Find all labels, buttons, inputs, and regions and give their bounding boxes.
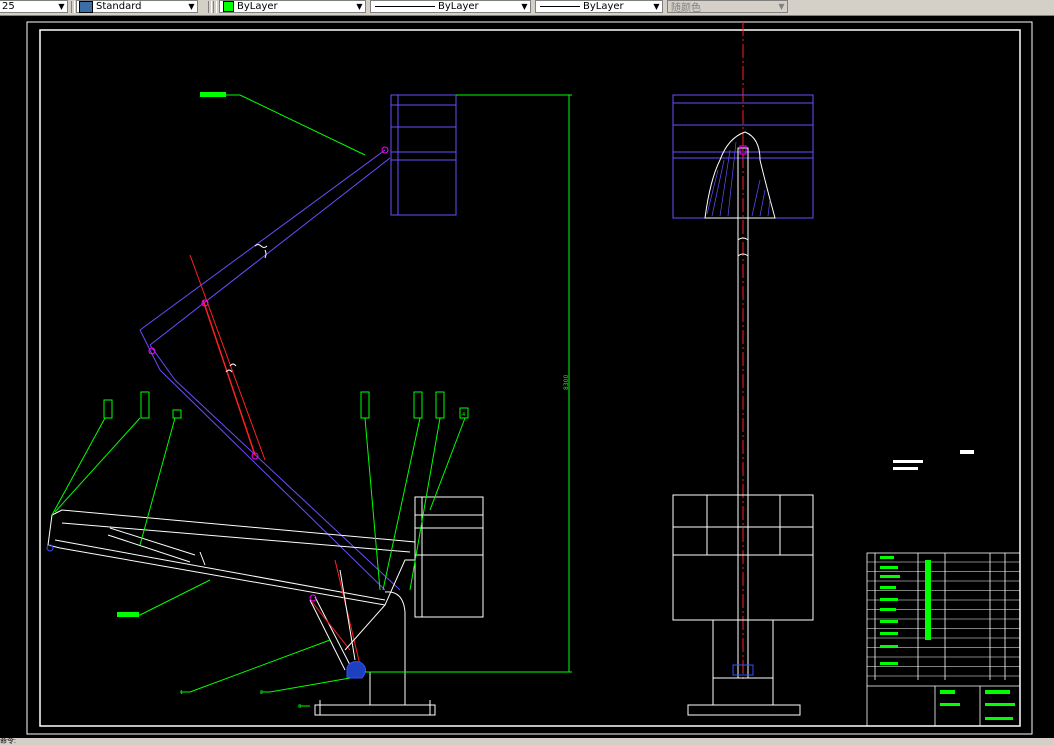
leader-labels: 1 2 3 4 [103,92,469,710]
lineweight-value: ByLayer [583,1,624,12]
linetype-scale-value: 25 [2,1,15,12]
chevron-down-icon[interactable]: ▼ [354,1,365,12]
linetype-sample [375,6,435,7]
callout-4: 4 [462,412,465,418]
linetype-scale-dropdown[interactable]: 25 ▼ [0,0,68,13]
properties-toolbar: 25 ▼ Standard ▼ ByLayer ▼ ByLayer ▼ ByLa… [0,0,1054,16]
chevron-down-icon[interactable]: ▼ [186,1,197,12]
chevron-down-icon[interactable]: ▼ [56,1,67,12]
color-value: ByLayer [237,1,278,12]
lower-boom [47,509,416,606]
base-column [314,591,436,716]
drawing-frame [39,29,1021,727]
height-dimension [365,94,572,673]
upper-platform [390,94,457,216]
drawing-canvas[interactable]: 8300 1 2 3 4 [0,16,1054,738]
side-view-base [687,619,801,716]
parts-list-rows [867,561,1020,677]
toolbar-separator [208,1,212,13]
toolbar-separator [213,1,217,13]
chevron-down-icon[interactable]: ▼ [651,1,662,12]
linetype-value: ByLayer [438,1,479,12]
plot-style-value: 随颜色 [671,3,701,14]
chevron-down-icon[interactable]: ▼ [776,1,787,12]
upper-boom [139,149,401,591]
callout-2: 2 [260,690,263,696]
cad-drawing: 8300 1 2 3 4 [26,21,1033,735]
color-control-dropdown[interactable]: ByLayer ▼ [219,0,366,13]
command-prompt: 命令: [0,738,16,745]
base-hinge [346,661,366,679]
technical-notes [893,450,974,470]
title-block [866,552,1021,727]
color-swatch-icon [223,1,234,12]
callout-3: 3 [298,704,301,710]
lineweight-sample [540,6,580,7]
upper-cylinder [148,146,389,461]
lower-platform [414,496,484,618]
chevron-down-icon[interactable]: ▼ [519,1,530,12]
toolbar-separator [71,1,75,13]
dimension-text: 8300 [563,375,570,390]
command-line[interactable]: 命令: [0,738,1054,745]
plot-style-dropdown[interactable]: 随颜色 ▼ [667,0,788,14]
text-style-icon [79,0,93,13]
lineweight-control-dropdown[interactable]: ByLayer ▼ [535,0,663,13]
callout-1: 1 [180,690,183,696]
lower-cylinder [46,544,386,671]
linetype-control-dropdown[interactable]: ByLayer ▼ [370,0,531,13]
side-view-hatched-body [704,131,776,219]
break-marks [225,244,268,373]
text-style-dropdown[interactable]: Standard ▼ [76,0,198,13]
text-style-value: Standard [96,1,142,12]
leader-lines [51,94,466,707]
outer-border [26,21,1033,735]
